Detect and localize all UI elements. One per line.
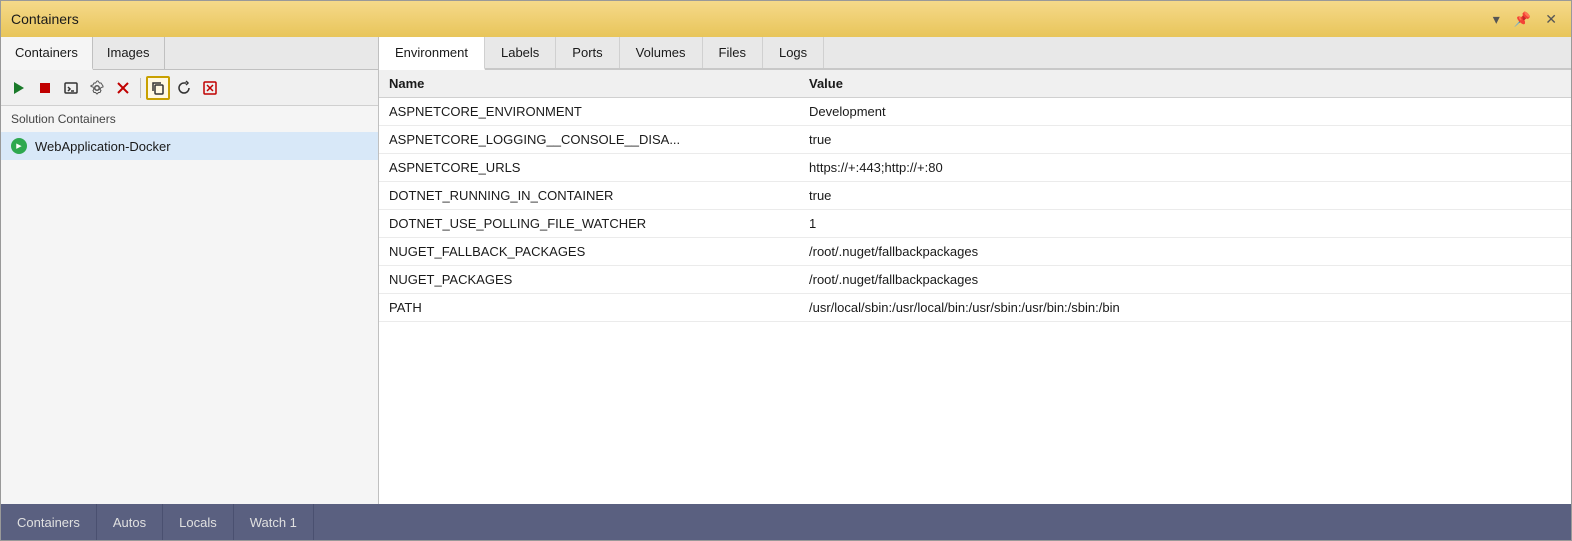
bottom-tab-watch1[interactable]: Watch 1: [234, 504, 314, 540]
col-header-name: Name: [379, 70, 799, 98]
env-name: DOTNET_RUNNING_IN_CONTAINER: [379, 182, 799, 210]
right-tabs: Environment Labels Ports Volumes Files L…: [379, 37, 1571, 70]
env-name: ASPNETCORE_ENVIRONMENT: [379, 98, 799, 126]
table-row[interactable]: PATH /usr/local/sbin:/usr/local/bin:/usr…: [379, 294, 1571, 322]
title-bar: Containers ▾ 📌 ✕: [1, 1, 1571, 37]
env-name: PATH: [379, 294, 799, 322]
tab-files[interactable]: Files: [703, 37, 763, 68]
bottom-tabs: Containers Autos Locals Watch 1: [1, 504, 1571, 540]
env-value: true: [799, 126, 1571, 154]
table-row[interactable]: DOTNET_RUNNING_IN_CONTAINER true: [379, 182, 1571, 210]
env-value: 1: [799, 210, 1571, 238]
env-name: NUGET_PACKAGES: [379, 266, 799, 294]
env-name: ASPNETCORE_URLS: [379, 154, 799, 182]
close-icon[interactable]: ✕: [1541, 9, 1561, 30]
terminal-button[interactable]: [59, 76, 83, 100]
env-value: /root/.nuget/fallbackpackages: [799, 238, 1571, 266]
copy-button[interactable]: [146, 76, 170, 100]
env-name: DOTNET_USE_POLLING_FILE_WATCHER: [379, 210, 799, 238]
container-item[interactable]: WebApplication-Docker: [1, 132, 378, 160]
title-bar-controls: ▾ 📌 ✕: [1489, 9, 1561, 30]
left-panel: Containers Images: [1, 37, 379, 504]
container-list: WebApplication-Docker: [1, 132, 378, 504]
bottom-tab-autos[interactable]: Autos: [97, 504, 163, 540]
status-indicator: [11, 138, 27, 154]
bottom-tab-containers[interactable]: Containers: [1, 504, 97, 540]
env-value: https://+:443;http://+:80: [799, 154, 1571, 182]
delete-button[interactable]: [111, 76, 135, 100]
env-value: /usr/local/sbin:/usr/local/bin:/usr/sbin…: [799, 294, 1571, 322]
col-header-value: Value: [799, 70, 1571, 98]
env-value: /root/.nuget/fallbackpackages: [799, 266, 1571, 294]
tab-environment[interactable]: Environment: [379, 37, 485, 70]
window-title: Containers: [11, 11, 79, 27]
top-tabs: Containers Images: [1, 37, 378, 70]
toolbar-separator-1: [140, 78, 141, 98]
tab-images[interactable]: Images: [93, 37, 165, 69]
prune-button[interactable]: [198, 76, 222, 100]
environment-table: Name Value ASPNETCORE_ENVIRONMENT Develo…: [379, 70, 1571, 504]
toolbar: [1, 70, 378, 106]
table-row[interactable]: NUGET_FALLBACK_PACKAGES /root/.nuget/fal…: [379, 238, 1571, 266]
tab-containers[interactable]: Containers: [1, 37, 93, 70]
tab-logs[interactable]: Logs: [763, 37, 824, 68]
table-row[interactable]: DOTNET_USE_POLLING_FILE_WATCHER 1: [379, 210, 1571, 238]
right-panel: Environment Labels Ports Volumes Files L…: [379, 37, 1571, 504]
section-header: Solution Containers: [1, 106, 378, 132]
table-row[interactable]: ASPNETCORE_LOGGING__CONSOLE__DISA... tru…: [379, 126, 1571, 154]
table-row[interactable]: ASPNETCORE_ENVIRONMENT Development: [379, 98, 1571, 126]
env-value: Development: [799, 98, 1571, 126]
container-name: WebApplication-Docker: [35, 139, 171, 154]
env-value: true: [799, 182, 1571, 210]
table-row[interactable]: ASPNETCORE_URLS https://+:443;http://+:8…: [379, 154, 1571, 182]
env-name: NUGET_FALLBACK_PACKAGES: [379, 238, 799, 266]
main-window: Containers ▾ 📌 ✕ Containers Images: [0, 0, 1572, 541]
play-button[interactable]: [7, 76, 31, 100]
stop-button[interactable]: [33, 76, 57, 100]
table-row[interactable]: NUGET_PACKAGES /root/.nuget/fallbackpack…: [379, 266, 1571, 294]
pin-icon[interactable]: 📌: [1510, 9, 1535, 30]
settings-button[interactable]: [85, 76, 109, 100]
tab-labels[interactable]: Labels: [485, 37, 556, 68]
tab-volumes[interactable]: Volumes: [620, 37, 703, 68]
dropdown-icon[interactable]: ▾: [1489, 9, 1504, 30]
bottom-tab-locals[interactable]: Locals: [163, 504, 234, 540]
main-content: Containers Images: [1, 37, 1571, 504]
env-name: ASPNETCORE_LOGGING__CONSOLE__DISA...: [379, 126, 799, 154]
refresh-button[interactable]: [172, 76, 196, 100]
tab-ports[interactable]: Ports: [556, 37, 619, 68]
